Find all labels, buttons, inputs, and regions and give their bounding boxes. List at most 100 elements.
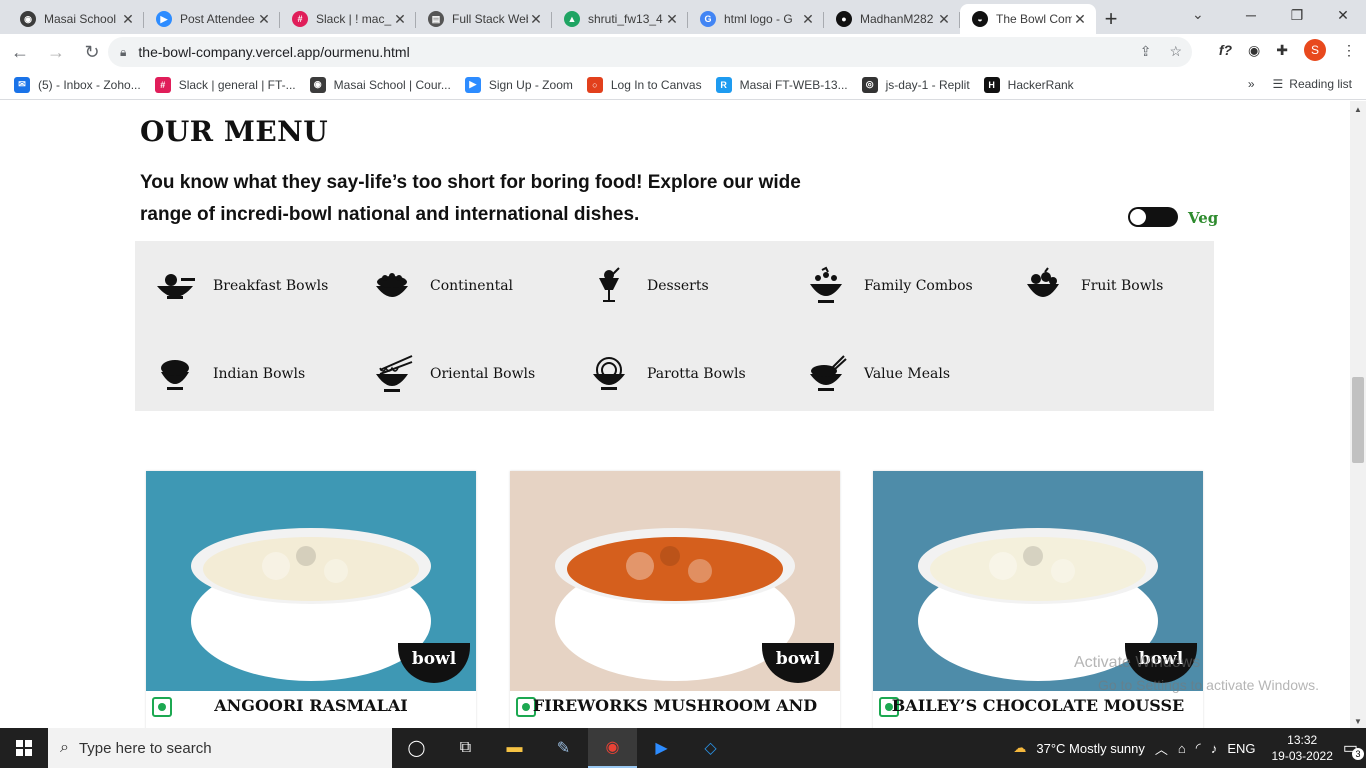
restore-icon[interactable]: ❐ [1274, 0, 1320, 30]
tab-favicon-icon: ● [836, 11, 852, 27]
address-bar[interactable]: 🔒︎ the-bowl-company.vercel.app/ourmenu.h… [108, 37, 1192, 67]
weather-text[interactable]: 37°C Mostly sunny [1036, 741, 1145, 756]
bookmark-favicon-icon: ◉ [309, 76, 326, 93]
reading-list-button[interactable]: ☰ Reading list [1273, 77, 1352, 91]
clock[interactable]: 13:32 19-03-2022 [1271, 732, 1332, 764]
tab-close-icon[interactable]: ✕ [528, 11, 544, 28]
forward-icon[interactable]: → [40, 36, 72, 68]
page-viewport: OUR MENU You know what they say-life’s t… [0, 101, 1350, 728]
tab-favicon-icon: ▶ [156, 11, 172, 27]
network-icon[interactable]: ◜ [1196, 740, 1201, 756]
zoom-taskbar-icon[interactable]: ▶ [637, 728, 686, 768]
bookmarks-overflow-icon[interactable]: » [1248, 77, 1255, 91]
reload-icon[interactable]: ↻ [76, 36, 108, 68]
paint-icon[interactable]: ✎ [539, 728, 588, 768]
windows-start-icon[interactable] [0, 728, 48, 768]
dish-image[interactable]: bowl [146, 471, 476, 691]
category-item[interactable]: Oriental Bowls [370, 354, 535, 394]
extensions-puzzle-icon[interactable]: ✚ [1276, 42, 1288, 59]
category-item[interactable]: Desserts [587, 266, 709, 306]
dish-card[interactable]: bowl FIREWORKS MUSHROOM AND [510, 471, 840, 728]
browser-toolbar: ← → ↻ 🔒︎ the-bowl-company.vercel.app/our… [0, 34, 1366, 70]
taskbar-search-box[interactable]: ⌕ Type here to search [48, 728, 392, 768]
url-text: the-bowl-company.vercel.app/ourmenu.html [138, 44, 410, 60]
tab-close-icon[interactable]: ✕ [664, 11, 680, 28]
value-meal-icon [804, 354, 848, 394]
meet-now-icon[interactable]: ⌂ [1178, 741, 1186, 756]
browser-tab[interactable]: ● MadhanM282 ✕ [824, 4, 960, 34]
vscode-taskbar-icon[interactable]: ◇ [686, 728, 735, 768]
tab-close-icon[interactable]: ✕ [392, 11, 408, 28]
tab-close-icon[interactable]: ✕ [800, 11, 816, 28]
browser-tab[interactable]: ◒ The Bowl Com ✕ [960, 4, 1096, 34]
tab-favicon-icon: ◒ [972, 11, 988, 27]
lock-icon[interactable]: 🔒︎ [120, 45, 126, 60]
breakfast-bowl-icon [153, 266, 197, 306]
browser-tab[interactable]: ◉ Masai School ✕ [8, 4, 144, 34]
browser-tab[interactable]: ▤ Full Stack Web ✕ [416, 4, 552, 34]
tab-close-icon[interactable]: ✕ [1072, 11, 1088, 28]
browser-tab[interactable]: ▲ shruti_fw13_4 ✕ [552, 4, 688, 34]
cortana-icon[interactable]: ◯ [392, 728, 441, 768]
bookmark-item[interactable]: ○ Log In to Canvas [586, 76, 702, 93]
tab-close-icon[interactable]: ✕ [120, 11, 136, 28]
bookmark-item[interactable]: H HackerRank [983, 76, 1074, 93]
dish-card[interactable]: bowl ANGOORI RASMALAI [146, 471, 476, 728]
fruit-bowl-icon [1021, 266, 1065, 306]
veg-toggle[interactable] [1128, 207, 1178, 227]
category-item[interactable]: Breakfast Bowls [153, 266, 328, 306]
bookmark-star-icon[interactable]: ☆ [1169, 43, 1182, 60]
chrome-taskbar-icon[interactable]: ◉ [588, 728, 637, 768]
veg-label: Veg [1188, 209, 1219, 227]
tab-favicon-icon: ◉ [20, 11, 36, 27]
bookmark-item[interactable]: ▶ Sign Up - Zoom [464, 76, 573, 93]
formula-extension-icon[interactable]: f? [1219, 42, 1232, 58]
back-icon[interactable]: ← [4, 36, 36, 68]
tab-close-icon[interactable]: ✕ [936, 11, 952, 28]
browser-tab-strip: ◉ Masai School ✕ ▶ Post Attendee ✕ # Slack… [0, 0, 1366, 34]
category-item[interactable]: Continental [370, 266, 513, 306]
bookmark-item[interactable]: ✉ (5) - Inbox - Zoho... [14, 76, 141, 93]
record-extension-icon[interactable]: ◉ [1248, 42, 1260, 59]
new-tab-button[interactable]: + [1096, 4, 1126, 34]
browser-tab[interactable]: G html logo - G ✕ [688, 4, 824, 34]
volume-icon[interactable]: ♪ [1211, 741, 1218, 756]
bookmark-favicon-icon: ◎ [861, 76, 878, 93]
close-window-icon[interactable]: ✕ [1320, 0, 1366, 30]
category-item[interactable]: Value Meals [804, 354, 950, 394]
indian-bowl-icon [153, 354, 197, 394]
browser-tab[interactable]: ▶ Post Attendee ✕ [144, 4, 280, 34]
tab-title: Masai School [44, 12, 117, 26]
page-scrollbar[interactable]: ▲ ▼ [1350, 101, 1366, 728]
tray-overflow-icon[interactable]: ︿ [1155, 739, 1168, 758]
category-item[interactable]: Family Combos [804, 266, 973, 306]
file-explorer-icon[interactable]: ▬ [490, 728, 539, 768]
category-item[interactable]: Indian Bowls [153, 354, 305, 394]
minimize-icon[interactable]: ─ [1228, 0, 1274, 30]
language-indicator[interactable]: ENG [1227, 741, 1255, 756]
bookmark-item[interactable]: ◎ js-day-1 - Replit [861, 76, 970, 93]
category-item[interactable]: Fruit Bowls [1021, 266, 1163, 306]
bookmark-item[interactable]: ◉ Masai School | Cour... [309, 76, 451, 93]
profile-avatar[interactable]: S [1304, 39, 1326, 61]
category-item[interactable]: Parotta Bowls [587, 354, 746, 394]
weather-icon[interactable]: ☁ [1013, 740, 1026, 756]
tab-favicon-icon: # [292, 11, 308, 27]
windows-taskbar: ⌕ Type here to search ◯ ⧉ ▬ ✎ ◉ ▶ ◇ ☁ 37… [0, 728, 1366, 768]
browser-tab[interactable]: # Slack | ! mac_ ✕ [280, 4, 416, 34]
bookmark-item[interactable]: R Masai FT-WEB-13... [715, 76, 848, 93]
search-icon: ⌕ [60, 739, 69, 756]
notifications-icon[interactable]: ▭ 3 [1343, 738, 1364, 760]
scrollbar-thumb[interactable] [1352, 377, 1364, 463]
share-icon[interactable]: ⇪ [1140, 43, 1152, 60]
task-view-icon[interactable]: ⧉ [441, 728, 490, 768]
tab-search-icon[interactable]: ⌄ [1192, 6, 1204, 23]
bookmark-item[interactable]: # Slack | general | FT-... [154, 76, 296, 93]
activate-windows-title: Activate Windows [1074, 654, 1201, 671]
tab-close-icon[interactable]: ✕ [256, 11, 272, 28]
dish-image[interactable]: bowl [510, 471, 840, 691]
browser-menu-icon[interactable]: ⋮ [1342, 42, 1356, 59]
bookmark-favicon-icon: H [983, 76, 1000, 93]
scroll-down-icon[interactable]: ▼ [1354, 717, 1362, 726]
scroll-up-icon[interactable]: ▲ [1354, 105, 1362, 114]
